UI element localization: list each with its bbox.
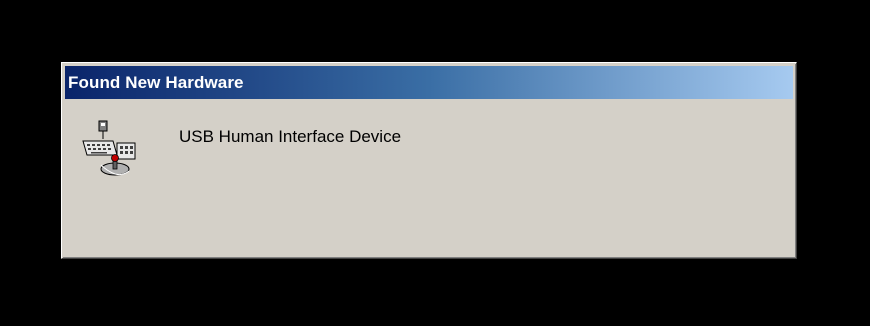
desktop-background: Found New Hardware USB Human Interface D… — [0, 0, 870, 326]
found-new-hardware-dialog: Found New Hardware USB Human Interface D… — [61, 62, 797, 259]
usb-hardware-icon — [77, 119, 141, 179]
dialog-title: Found New Hardware — [68, 72, 244, 92]
dialog-content: USB Human Interface Device — [65, 99, 793, 255]
title-bar[interactable]: Found New Hardware — [65, 66, 793, 99]
device-name-label: USB Human Interface Device — [179, 127, 402, 146]
